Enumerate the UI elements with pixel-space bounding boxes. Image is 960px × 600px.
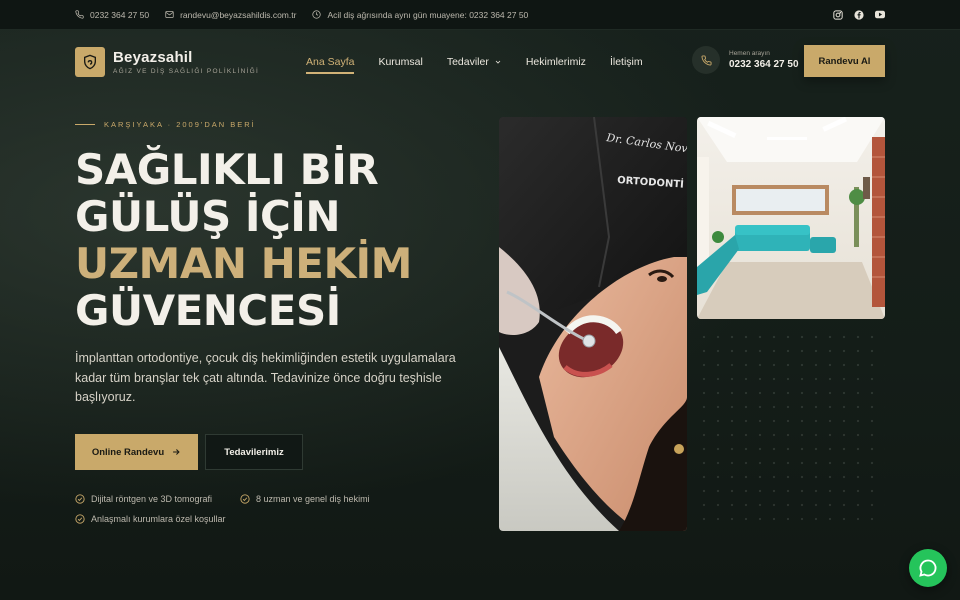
topbar-phone[interactable]: 0232 364 27 50 bbox=[75, 10, 149, 20]
brand-tagline: AĞIZ VE DİŞ SAĞLIĞI POLİKLİNİĞİ bbox=[113, 67, 260, 75]
headline-line-1: SAĞLIKLI BİR bbox=[75, 145, 379, 194]
feature-text: Dijital röntgen ve 3D tomografi bbox=[91, 494, 213, 504]
nav-hekimlerimiz[interactable]: Hekimlerimiz bbox=[526, 56, 586, 68]
chevron-down-icon bbox=[495, 60, 501, 64]
eyebrow-line bbox=[75, 124, 95, 125]
logo[interactable] bbox=[75, 46, 105, 77]
topbar-phone-text: 0232 364 27 50 bbox=[90, 9, 150, 20]
headline-line-4: GÜVENCESİ bbox=[75, 286, 341, 335]
check-circle-icon bbox=[75, 494, 85, 504]
tedavilerimiz-button[interactable]: Tedavilerimiz bbox=[205, 434, 303, 470]
topbar-email[interactable]: randevu@beyazsahildis.com.tr bbox=[165, 10, 296, 20]
nav-home[interactable]: Ana Sayfa bbox=[306, 56, 355, 74]
topbar-email-text: randevu@beyazsahildis.com.tr bbox=[180, 9, 297, 20]
hero-headline: SAĞLIKLI BİR GÜLÜŞ İÇİN UZMAN HEKİM GÜVE… bbox=[75, 146, 495, 334]
instagram-icon[interactable] bbox=[833, 9, 843, 20]
clock-icon bbox=[312, 10, 322, 19]
shield-icon bbox=[84, 54, 96, 69]
online-randevu-label: Online Randevu bbox=[91, 446, 165, 458]
phone-number: 0232 364 27 50 bbox=[729, 59, 799, 70]
phone-label: Hemen arayın bbox=[729, 50, 770, 57]
dot-pattern bbox=[697, 330, 885, 530]
online-randevu-button[interactable]: Online Randevu bbox=[75, 434, 198, 470]
page: 0232 364 27 50 randevu@beyazsahildis.com… bbox=[0, 0, 960, 600]
randevu-al-button[interactable]: Randevu Al bbox=[804, 45, 885, 77]
hero-lead: İmplanttan ortodontiye, çocuk diş hekiml… bbox=[75, 351, 456, 404]
brand[interactable]: Beyazsahil AĞIZ VE DİŞ SAĞLIĞI POLİKLİNİ… bbox=[113, 49, 259, 75]
feature-item: Anlaşmalı kurumlara özel koşullar bbox=[75, 514, 226, 524]
nav-iletisim[interactable]: İletişim bbox=[610, 56, 643, 68]
social-links bbox=[833, 9, 885, 20]
header-phone[interactable]: Hemen arayın 0232 364 27 50 bbox=[692, 46, 799, 74]
nav-tedaviler-label: Tedaviler bbox=[446, 55, 489, 68]
feature-item: Dijital röntgen ve 3D tomografi bbox=[75, 494, 212, 504]
dentist-patient-image: Dr. Carlos Novan ORTODONTİ bbox=[499, 117, 687, 531]
main-nav: Ana Sayfa Kurumsal Tedaviler Hekimlerimi… bbox=[306, 30, 643, 93]
chat-button[interactable] bbox=[909, 549, 947, 587]
clinic-waiting-room-image bbox=[697, 117, 885, 319]
main-header: Beyazsahil AĞIZ VE DİŞ SAĞLIĞI POLİKLİNİ… bbox=[0, 30, 960, 93]
topbar-hours-text: Acil diş ağrısında aynı gün muayene: 023… bbox=[327, 9, 529, 20]
nav-tedaviler[interactable]: Tedaviler bbox=[447, 56, 502, 68]
feature-text: 8 uzman ve genel diş hekimi bbox=[256, 494, 370, 504]
nav-kurumsal[interactable]: Kurumsal bbox=[378, 56, 422, 68]
phone-icon bbox=[692, 46, 720, 74]
brand-name: Beyazsahil bbox=[113, 48, 193, 66]
chat-bubble-icon bbox=[919, 559, 937, 577]
check-circle-icon bbox=[240, 494, 250, 504]
feature-text: Anlaşmalı kurumlara özel koşullar bbox=[91, 514, 226, 524]
top-bar: 0232 364 27 50 randevu@beyazsahildis.com… bbox=[0, 0, 960, 30]
eyebrow-text: KARŞIYAKA · 2009'DAN BERİ bbox=[104, 120, 256, 129]
check-circle-icon bbox=[75, 514, 85, 524]
youtube-icon[interactable] bbox=[875, 10, 885, 20]
phone-icon bbox=[75, 10, 84, 19]
mail-icon bbox=[165, 11, 174, 18]
hero-eyebrow: KARŞIYAKA · 2009'DAN BERİ bbox=[75, 120, 256, 129]
arrow-right-icon bbox=[173, 449, 180, 455]
headline-line-3: UZMAN HEKİM bbox=[75, 239, 412, 288]
topbar-hours: Acil diş ağrısında aynı gün muayene: 023… bbox=[312, 10, 528, 20]
feature-item: 8 uzman ve genel diş hekimi bbox=[240, 494, 370, 504]
facebook-icon[interactable] bbox=[854, 9, 864, 20]
headline-line-2: GÜLÜŞ İÇİN bbox=[75, 192, 341, 241]
